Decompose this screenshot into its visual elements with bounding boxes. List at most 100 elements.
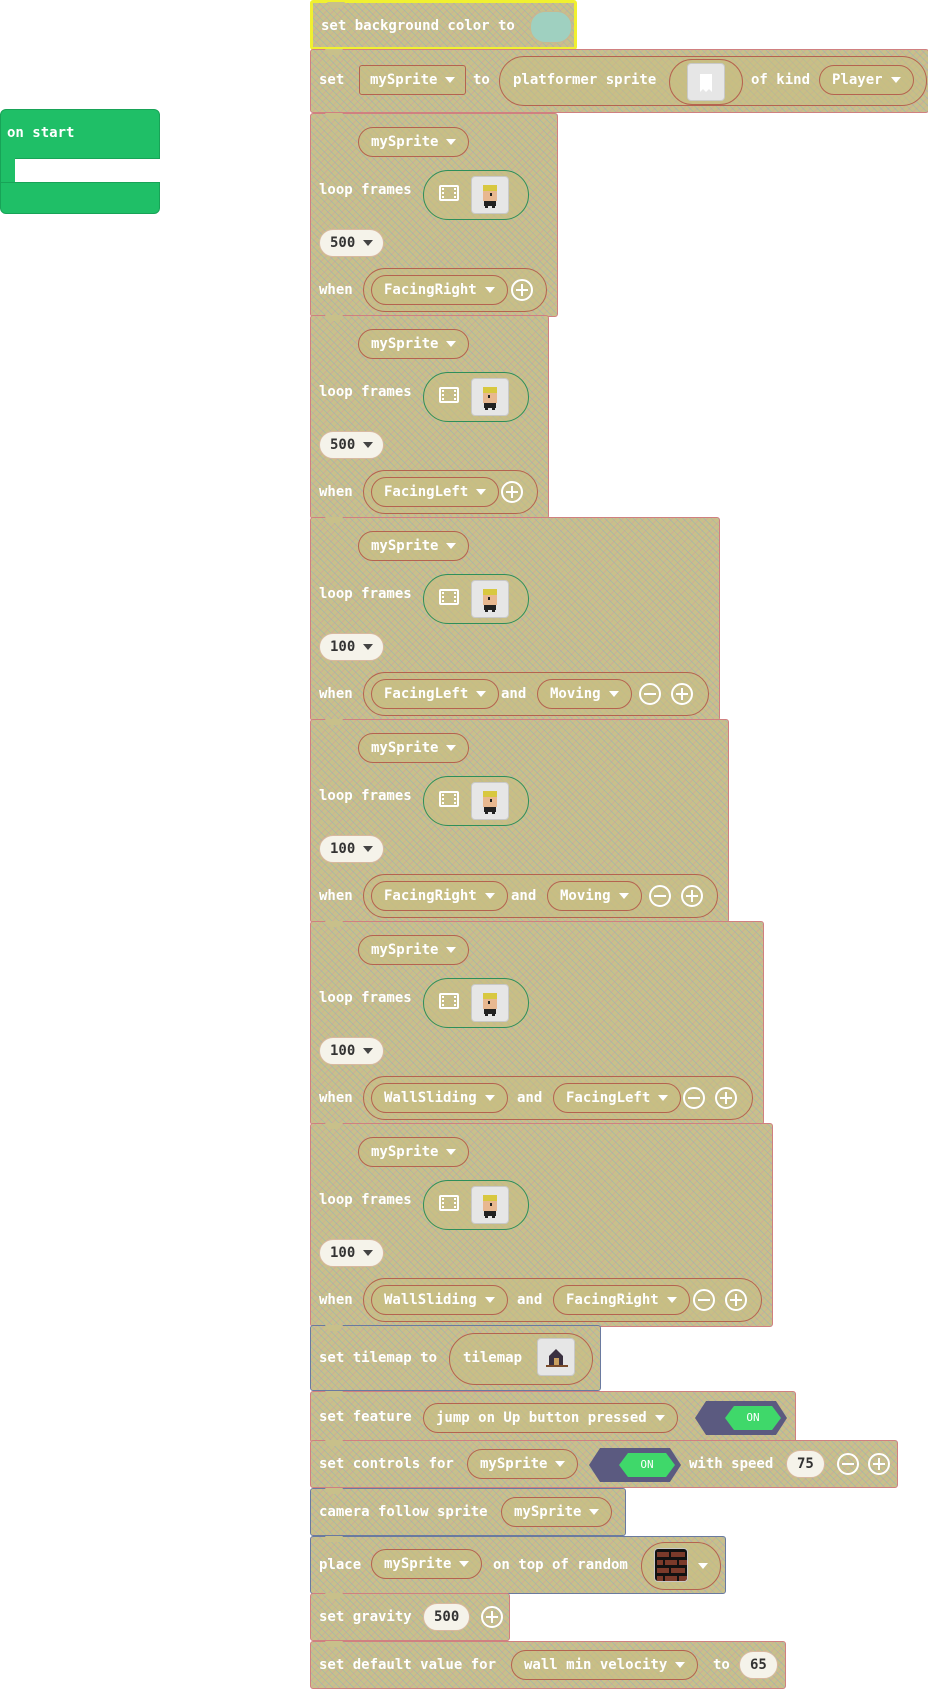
- set-default-label: set default value for: [319, 1657, 497, 1673]
- animation-block[interactable]: mySprite loop frames 500 when FacingLeft: [310, 315, 549, 519]
- rule-condition-dropdown[interactable]: FacingLeft: [371, 477, 500, 507]
- film-strip-icon: [439, 1195, 459, 1211]
- when-label: when: [319, 484, 353, 500]
- film-strip-icon: [439, 993, 459, 1009]
- tilemap-label: tilemap: [463, 1350, 523, 1366]
- controls-sprite-dropdown[interactable]: mySprite: [467, 1449, 579, 1479]
- rule-condition-dropdown[interactable]: FacingLeft: [371, 679, 500, 709]
- with-speed-label: with speed: [689, 1456, 774, 1472]
- minus-icon[interactable]: [639, 683, 661, 705]
- camera-follow-block[interactable]: camera follow sprite mySprite: [310, 1488, 626, 1536]
- animation-block[interactable]: mySprite loop frames 100 when WallSliding an…: [310, 1123, 773, 1327]
- gravity-input[interactable]: 500: [423, 1603, 471, 1631]
- set-sprite-block[interactable]: set mySprite to platformer sprite of kin…: [310, 49, 928, 113]
- minus-icon[interactable]: [837, 1453, 859, 1475]
- rule-condition-dropdown[interactable]: Moving: [547, 881, 642, 911]
- kind-dropdown[interactable]: Player: [819, 65, 914, 95]
- plus-icon[interactable]: [511, 279, 533, 301]
- set-tilemap-block[interactable]: set tilemap to tilemap: [310, 1325, 601, 1391]
- hero-sprite-icon: [471, 984, 509, 1022]
- camera-follow-label: camera follow sprite: [319, 1504, 488, 1520]
- plus-icon[interactable]: [671, 683, 693, 705]
- anim-sprite-dropdown[interactable]: mySprite: [358, 329, 470, 359]
- loop-frames-label: loop frames: [319, 788, 412, 804]
- interval-dropdown[interactable]: 100: [319, 835, 385, 863]
- rule-condition-dropdown[interactable]: WallSliding: [371, 1083, 508, 1113]
- hero-sprite-icon: [471, 580, 509, 618]
- anim-sprite-dropdown[interactable]: mySprite: [358, 733, 470, 763]
- brick-tile-icon: [654, 1548, 688, 1582]
- minus-icon[interactable]: [649, 885, 671, 907]
- set-gravity-block[interactable]: set gravity 500: [310, 1593, 510, 1641]
- animation-block[interactable]: mySprite loop frames 500 when FacingRight: [310, 113, 558, 317]
- platformer-sprite-label: platformer sprite: [513, 72, 657, 88]
- set-controls-label: set controls for: [319, 1456, 454, 1472]
- animation-block[interactable]: mySprite loop frames 100 when FacingLeft and…: [310, 517, 720, 721]
- anim-sprite-dropdown[interactable]: mySprite: [358, 531, 470, 561]
- property-dropdown[interactable]: wall min velocity: [511, 1650, 699, 1680]
- when-label: when: [319, 1292, 353, 1308]
- set-default-value-block[interactable]: set default value for wall min velocity …: [310, 1641, 786, 1689]
- speed-input[interactable]: 75: [786, 1450, 825, 1478]
- set-tilemap-label: set tilemap to: [319, 1350, 438, 1366]
- feature-dropdown[interactable]: jump on Up button pressed: [423, 1403, 678, 1433]
- interval-dropdown[interactable]: 100: [319, 633, 385, 661]
- plus-icon[interactable]: [715, 1087, 737, 1109]
- place-label: place: [319, 1557, 362, 1573]
- statement-notch: [20, 159, 60, 175]
- block-label: set background color to: [321, 18, 515, 34]
- rule-condition-dropdown[interactable]: Moving: [537, 679, 632, 709]
- feature-toggle[interactable]: ON: [695, 1401, 787, 1435]
- anim-sprite-dropdown[interactable]: mySprite: [358, 935, 470, 965]
- when-label: when: [319, 282, 353, 298]
- animation-block[interactable]: mySprite loop frames 100 when FacingRight an…: [310, 719, 729, 923]
- controls-toggle[interactable]: ON: [589, 1448, 681, 1482]
- anim-sprite-dropdown[interactable]: mySprite: [358, 127, 470, 157]
- ghost-sprite-icon: [687, 63, 725, 101]
- and-label: and: [517, 1090, 543, 1106]
- plus-icon[interactable]: [481, 1606, 503, 1628]
- interval-dropdown[interactable]: 100: [319, 1037, 385, 1065]
- set-label: set: [319, 72, 345, 88]
- minus-icon[interactable]: [683, 1087, 705, 1109]
- rule-condition-dropdown[interactable]: FacingLeft: [553, 1083, 682, 1113]
- variable-dropdown[interactable]: mySprite: [359, 65, 467, 95]
- to-label: to: [713, 1657, 730, 1673]
- and-label: and: [501, 686, 527, 702]
- place-sprite-dropdown[interactable]: mySprite: [371, 1549, 483, 1579]
- when-label: when: [319, 888, 353, 904]
- set-background-color-block[interactable]: set background color to: [310, 0, 577, 50]
- on-start-block[interactable]: on start: [0, 109, 160, 214]
- plus-icon[interactable]: [681, 885, 703, 907]
- film-strip-icon: [439, 791, 459, 807]
- to-label: to: [473, 72, 490, 88]
- interval-dropdown[interactable]: 100: [319, 1239, 385, 1267]
- interval-dropdown[interactable]: 500: [319, 431, 385, 459]
- rule-condition-dropdown[interactable]: FacingRight: [553, 1285, 690, 1315]
- plus-icon[interactable]: [501, 481, 523, 503]
- interval-dropdown[interactable]: 500: [319, 229, 385, 257]
- default-value-input[interactable]: 65: [739, 1651, 778, 1679]
- set-gravity-label: set gravity: [319, 1609, 412, 1625]
- film-strip-icon: [439, 185, 459, 201]
- color-swatch[interactable]: [530, 11, 572, 43]
- set-controls-block[interactable]: set controls for mySprite ON with speed …: [310, 1440, 898, 1488]
- set-feature-block[interactable]: set feature jump on Up button pressed ON: [310, 1391, 796, 1443]
- loop-frames-label: loop frames: [319, 990, 412, 1006]
- loop-frames-label: loop frames: [319, 384, 412, 400]
- camera-sprite-dropdown[interactable]: mySprite: [501, 1497, 613, 1527]
- plus-icon[interactable]: [725, 1289, 747, 1311]
- rule-condition-dropdown[interactable]: WallSliding: [371, 1285, 508, 1315]
- rule-condition-dropdown[interactable]: FacingRight: [371, 275, 508, 305]
- on-start-label: on start: [7, 125, 75, 141]
- and-label: and: [511, 888, 537, 904]
- anim-sprite-dropdown[interactable]: mySprite: [358, 1137, 470, 1167]
- and-label: and: [517, 1292, 543, 1308]
- minus-icon[interactable]: [693, 1289, 715, 1311]
- toggle-on-label: ON: [619, 1453, 675, 1477]
- plus-icon[interactable]: [868, 1453, 890, 1475]
- set-feature-label: set feature: [319, 1409, 412, 1425]
- place-on-random-block[interactable]: place mySprite on top of random: [310, 1536, 726, 1594]
- rule-condition-dropdown[interactable]: FacingRight: [371, 881, 508, 911]
- animation-block[interactable]: mySprite loop frames 100 when WallSliding an…: [310, 921, 764, 1125]
